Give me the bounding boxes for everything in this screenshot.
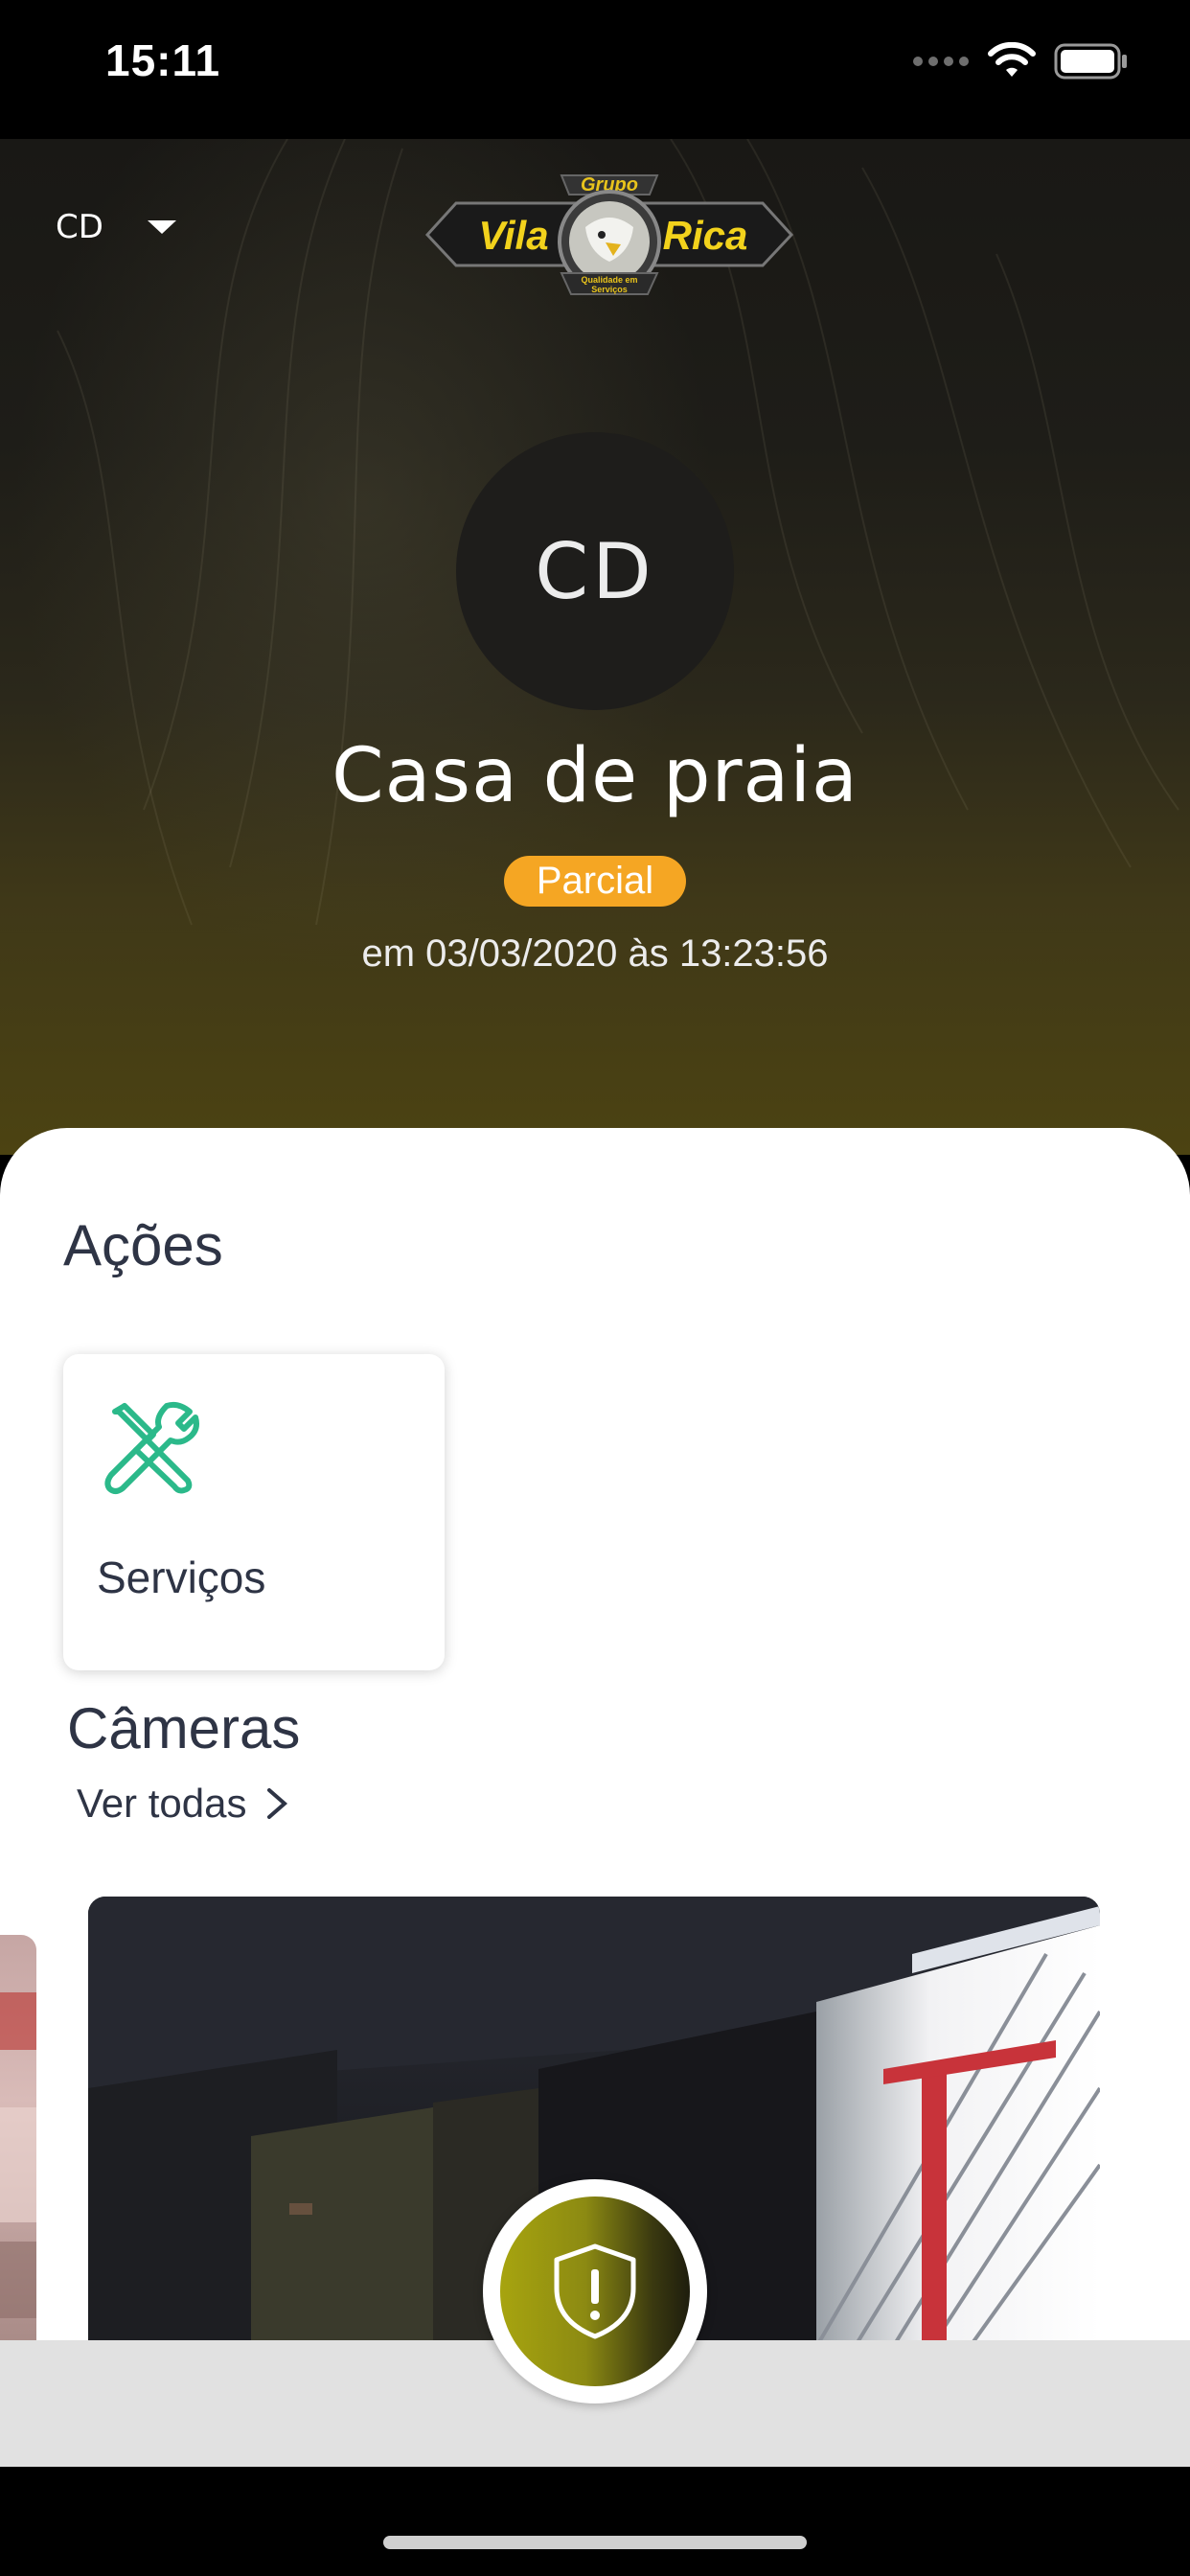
battery-icon [1054, 43, 1127, 80]
account-code: CD [56, 208, 103, 246]
avatar: CD [456, 432, 734, 710]
vila-rica-logo: Grupo Vila Rica Qualidade em Serviços [424, 174, 794, 295]
cameras-title: Câmeras [67, 1696, 301, 1760]
signal-dots-icon [913, 57, 969, 66]
svg-text:Vila: Vila [478, 213, 548, 258]
status-timestamp: em 03/03/2020 às 13:23:56 [361, 932, 829, 975]
svg-text:Qualidade em: Qualidade em [581, 275, 637, 285]
action-label-services: Serviços [97, 1552, 266, 1602]
home-area [0, 2467, 1190, 2576]
camera-previous-image [0, 1992, 36, 2318]
chevron-down-icon [147, 220, 176, 234]
hero-banner: CD Grupo Vila Rica Qualidade em Serviços… [0, 139, 1190, 1155]
chevron-right-icon [267, 1788, 288, 1819]
see-all-cameras-link[interactable]: Ver todas [77, 1781, 288, 1827]
status-time: 15:11 [105, 35, 221, 85]
content-sheet: Ações Serviços Câmeras Ver todas [0, 1128, 1190, 2340]
actions-title: Ações [63, 1213, 223, 1277]
svg-text:Rica: Rica [663, 213, 748, 258]
svg-text:Serviços: Serviços [591, 285, 628, 294]
status-bar: 15:11 [0, 0, 1190, 139]
account-selector[interactable]: CD [56, 208, 176, 246]
action-card-services[interactable]: Serviços [63, 1354, 445, 1670]
status-icons [912, 42, 1129, 80]
wifi-icon [988, 42, 1036, 77]
place-name: Casa de praia [332, 733, 858, 819]
tools-icon [104, 1401, 199, 1494]
see-all-label: Ver todas [77, 1781, 247, 1826]
alarm-button[interactable] [483, 2179, 707, 2404]
status-badge: Parcial [503, 856, 687, 907]
shield-alert-icon [554, 2243, 636, 2339]
camera-thumbnail-previous[interactable] [0, 1935, 36, 2340]
home-indicator[interactable] [383, 2536, 807, 2549]
avatar-initials: CD [535, 526, 655, 616]
